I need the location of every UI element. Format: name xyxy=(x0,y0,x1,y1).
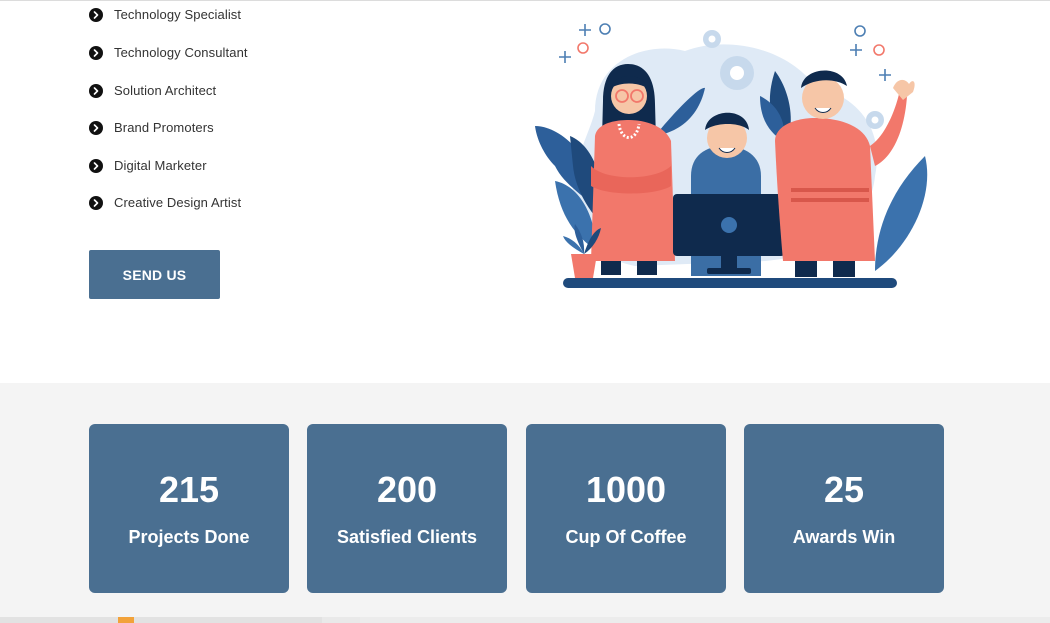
stat-card-coffee: 1000 Cup Of Coffee xyxy=(526,424,726,593)
chevron-right-circle-icon xyxy=(89,83,103,98)
role-item: Creative Design Artist xyxy=(89,195,241,210)
stats-section: 215 Projects Done 200 Satisfied Clients … xyxy=(0,383,1050,623)
stat-number: 200 xyxy=(376,469,438,510)
roles-section: Technology Specialist Technology Consult… xyxy=(0,1,1050,383)
bottom-strip-segment xyxy=(0,617,322,623)
send-us-button[interactable]: SEND US xyxy=(89,250,220,299)
stat-number: 215 xyxy=(158,469,220,510)
role-item: Digital Marketer xyxy=(89,158,207,173)
stat-label: Awards Win xyxy=(792,527,896,547)
role-label: Brand Promoters xyxy=(114,120,214,135)
chevron-right-circle-icon xyxy=(89,195,103,210)
role-item: Technology Consultant xyxy=(89,45,248,60)
role-label: Creative Design Artist xyxy=(114,195,242,210)
chevron-right-circle-icon xyxy=(89,158,103,173)
role-label: Technology Specialist xyxy=(114,7,242,22)
role-item: Solution Architect xyxy=(89,83,216,98)
stat-number: 25 xyxy=(823,469,865,510)
stat-card-projects: 215 Projects Done xyxy=(89,424,289,593)
stat-card-awards: 25 Awards Win xyxy=(744,424,944,593)
stat-card-clients: 200 Satisfied Clients xyxy=(307,424,507,593)
chevron-right-circle-icon xyxy=(89,120,103,135)
stat-label: Projects Done xyxy=(128,527,250,547)
team-illustration xyxy=(525,16,945,296)
bottom-strip-segment xyxy=(360,617,1050,623)
page: Technology Specialist Technology Consult… xyxy=(0,0,1050,623)
role-item: Brand Promoters xyxy=(89,120,214,135)
role-item: Technology Specialist xyxy=(89,7,241,22)
chevron-right-circle-icon xyxy=(89,45,103,60)
role-label: Technology Consultant xyxy=(114,45,248,60)
bottom-strip-accent xyxy=(118,617,134,623)
stat-label: Cup Of Coffee xyxy=(565,527,687,547)
bottom-strip xyxy=(0,617,1050,623)
stat-label: Satisfied Clients xyxy=(336,527,478,547)
role-label: Solution Architect xyxy=(114,83,217,98)
chevron-right-circle-icon xyxy=(89,7,103,22)
role-label: Digital Marketer xyxy=(114,158,207,173)
stat-number: 1000 xyxy=(585,469,667,510)
